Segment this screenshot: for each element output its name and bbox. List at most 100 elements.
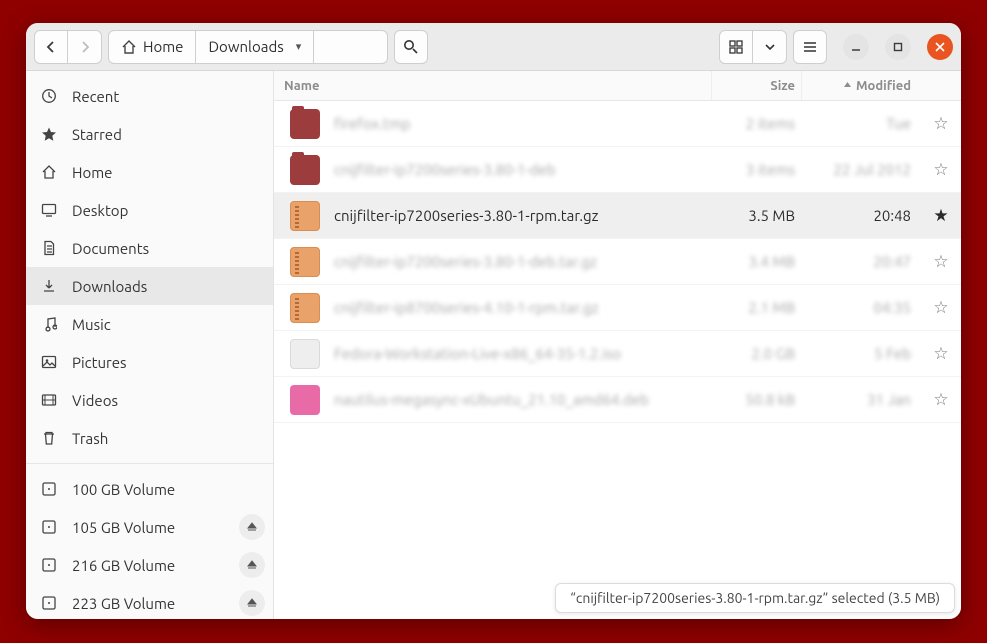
file-name: cnijfilter-ip7200series-3.80-1-deb.tar.g… bbox=[334, 253, 711, 270]
sidebar-item-videos[interactable]: Videos bbox=[26, 381, 273, 419]
file-name: cnijfilter-ip7200series-3.80-1-deb bbox=[334, 161, 711, 178]
star-toggle[interactable]: ★ bbox=[921, 206, 961, 226]
file-size: 3 items bbox=[711, 161, 801, 178]
sidebar-item-label: Recent bbox=[72, 88, 119, 105]
desktop-icon bbox=[40, 202, 58, 218]
star-toggle[interactable]: ☆ bbox=[921, 114, 961, 134]
file-row[interactable]: cnijfilter-ip8700series-4.10-1-rpm.tar.g… bbox=[274, 285, 961, 331]
drive-icon bbox=[40, 595, 58, 611]
hamburger-button[interactable] bbox=[793, 30, 827, 64]
drive-icon bbox=[40, 481, 58, 497]
eject-button[interactable] bbox=[239, 552, 265, 578]
sidebar-separator bbox=[26, 463, 273, 464]
file-row[interactable]: Fedora-Workstation-Live-x86_64-35-1.2.is… bbox=[274, 331, 961, 377]
sidebar-item-starred[interactable]: Starred bbox=[26, 115, 273, 153]
path-home[interactable]: Home bbox=[108, 30, 196, 64]
close-button[interactable] bbox=[927, 34, 953, 60]
view-dropdown-button[interactable] bbox=[753, 30, 787, 64]
file-size: 3.4 MB bbox=[711, 253, 801, 270]
deb-icon bbox=[290, 385, 320, 415]
sidebar-item-label: Pictures bbox=[72, 354, 127, 371]
arch-icon bbox=[290, 201, 320, 231]
path-current-label: Downloads bbox=[208, 38, 283, 55]
videos-icon bbox=[40, 392, 58, 408]
chevron-left-icon bbox=[45, 41, 57, 53]
file-name: nautilus-megasync-xUbuntu_21.10_amd64.de… bbox=[334, 391, 711, 408]
clock-icon bbox=[40, 88, 58, 104]
sidebar-item-pictures[interactable]: Pictures bbox=[26, 343, 273, 381]
sidebar-item-trash[interactable]: Trash bbox=[26, 419, 273, 457]
file-list: Name Size Modified firefox.tmp2 itemsTue… bbox=[274, 71, 961, 619]
maximize-icon bbox=[893, 42, 903, 52]
search-button[interactable] bbox=[394, 30, 428, 64]
sidebar-item-home[interactable]: Home bbox=[26, 153, 273, 191]
file-row[interactable]: cnijfilter-ip7200series-3.80-1-deb3 item… bbox=[274, 147, 961, 193]
path-blank[interactable] bbox=[314, 30, 387, 64]
file-modified: 5 Feb bbox=[801, 345, 921, 362]
file-size: 3.5 MB bbox=[711, 207, 801, 224]
status-bar: “cnijfilter-ip7200series-3.80-1-rpm.tar.… bbox=[555, 583, 955, 613]
back-button[interactable] bbox=[34, 30, 68, 64]
star-toggle[interactable]: ☆ bbox=[921, 298, 961, 318]
file-manager-window: Home Downloads bbox=[26, 23, 961, 619]
col-modified[interactable]: Modified bbox=[801, 71, 921, 100]
col-modified-label: Modified bbox=[856, 79, 911, 93]
minimize-button[interactable] bbox=[843, 34, 869, 60]
sidebar-item-music[interactable]: Music bbox=[26, 305, 273, 343]
file-size: 2.0 GB bbox=[711, 345, 801, 362]
star-toggle[interactable]: ☆ bbox=[921, 390, 961, 410]
eject-icon bbox=[247, 560, 257, 570]
sidebar-item-desktop[interactable]: Desktop bbox=[26, 191, 273, 229]
trash-icon bbox=[40, 430, 58, 446]
grid-view-button[interactable] bbox=[719, 30, 753, 64]
folder-icon bbox=[290, 155, 320, 185]
file-name: firefox.tmp bbox=[334, 115, 711, 132]
sidebar-item-recent[interactable]: Recent bbox=[26, 77, 273, 115]
eject-button[interactable] bbox=[239, 514, 265, 540]
sidebar: Recent Starred Home Desktop bbox=[26, 71, 274, 619]
star-toggle[interactable]: ☆ bbox=[921, 160, 961, 180]
eject-button[interactable] bbox=[239, 590, 265, 616]
file-modified: 22 Jul 2012 bbox=[801, 161, 921, 178]
body: Recent Starred Home Desktop bbox=[26, 71, 961, 619]
sidebar-volume-3[interactable]: 223 GB Volume bbox=[26, 584, 273, 619]
file-rows: firefox.tmp2 itemsTue☆cnijfilter-ip7200s… bbox=[274, 101, 961, 619]
file-row[interactable]: cnijfilter-ip7200series-3.80-1-deb.tar.g… bbox=[274, 239, 961, 285]
sidebar-item-downloads[interactable]: Downloads bbox=[26, 267, 273, 305]
sidebar-item-label: Starred bbox=[72, 126, 122, 143]
sidebar-volume-0[interactable]: 100 GB Volume bbox=[26, 470, 273, 508]
arch-icon bbox=[290, 293, 320, 323]
sidebar-item-label: Downloads bbox=[72, 278, 147, 295]
col-size[interactable]: Size bbox=[711, 71, 801, 100]
maximize-button[interactable] bbox=[885, 34, 911, 60]
file-row[interactable]: firefox.tmp2 itemsTue☆ bbox=[274, 101, 961, 147]
chevron-down-icon bbox=[764, 41, 776, 53]
file-row[interactable]: cnijfilter-ip7200series-3.80-1-rpm.tar.g… bbox=[274, 193, 961, 239]
sidebar-volume-1[interactable]: 105 GB Volume bbox=[26, 508, 273, 546]
view-buttons bbox=[719, 30, 787, 64]
sidebar-item-label: 216 GB Volume bbox=[72, 557, 175, 574]
hamburger-icon bbox=[803, 40, 817, 54]
path-current[interactable]: Downloads bbox=[196, 30, 314, 64]
home-icon bbox=[121, 39, 137, 55]
file-name: cnijfilter-ip7200series-3.80-1-rpm.tar.g… bbox=[334, 207, 711, 224]
grid-icon bbox=[729, 40, 743, 54]
sidebar-item-documents[interactable]: Documents bbox=[26, 229, 273, 267]
eject-icon bbox=[247, 598, 257, 608]
file-size: 50.8 kB bbox=[711, 391, 801, 408]
nav-buttons bbox=[34, 30, 102, 64]
sidebar-item-label: 223 GB Volume bbox=[72, 595, 175, 612]
star-toggle[interactable]: ☆ bbox=[921, 344, 961, 364]
iso-icon bbox=[290, 339, 320, 369]
file-size: 2 items bbox=[711, 115, 801, 132]
documents-icon bbox=[40, 240, 58, 256]
sidebar-item-label: Music bbox=[72, 316, 111, 333]
col-name[interactable]: Name bbox=[284, 79, 711, 93]
close-icon bbox=[935, 42, 945, 52]
star-toggle[interactable]: ☆ bbox=[921, 252, 961, 272]
forward-button[interactable] bbox=[68, 30, 102, 64]
file-size: 2.1 MB bbox=[711, 299, 801, 316]
file-row[interactable]: nautilus-megasync-xUbuntu_21.10_amd64.de… bbox=[274, 377, 961, 423]
sidebar-volume-2[interactable]: 216 GB Volume bbox=[26, 546, 273, 584]
sidebar-item-label: Documents bbox=[72, 240, 149, 257]
